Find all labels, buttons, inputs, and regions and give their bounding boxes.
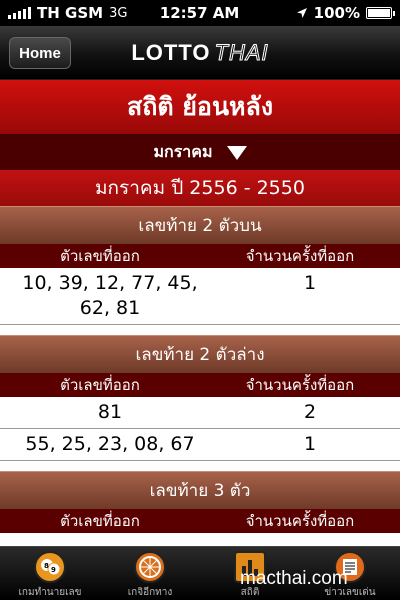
carrier-label: TH GSM [37,4,104,22]
section-header: เลขท้าย 2 ตัวบน [0,206,400,244]
page-title: สถิติ ย้อนหลัง [0,80,400,134]
table-row: 81 2 [0,397,400,429]
location-arrow-icon [296,8,307,18]
spacer [0,461,400,471]
column-headers: ตัวเลขที่ออก จำนวนครั้งที่ออก [0,509,400,533]
network-label: 3G [109,5,128,21]
year-range: มกราคม ปี 2556 - 2550 [0,170,400,206]
app-logo: LOTTO THAI [0,40,400,66]
number-column-header: ตัวเลขที่ออก [60,376,140,394]
clock: 12:57 AM [159,4,240,22]
spacer [0,325,400,335]
status-left: TH GSM 3G [8,4,127,22]
column-headers: ตัวเลขที่ออก จำนวนครั้งที่ออก [0,244,400,268]
dropdown-caret-icon [226,145,247,160]
tab-guru[interactable]: เกจิอีกทาง [100,547,200,600]
nav-bar: Home LOTTO THAI [0,26,400,80]
count-column-header: จำนวนครั้งที่ออก [245,376,355,394]
count-column-header: จำนวนครั้งที่ออก [245,247,355,265]
lottery-ball-icon: 89 [34,551,66,583]
number-column-header: ตัวเลขที่ออก [60,512,140,530]
count-cell: 2 [303,401,317,423]
tab-label: เกจิอีกทาง [127,587,173,598]
svg-text:8: 8 [44,562,49,570]
section-header: เลขท้าย 2 ตัวล่าง [0,335,400,373]
status-right: 100% [296,4,395,22]
tab-label: เกมทำนายเลข [18,587,82,598]
content-scroll-area[interactable]: สถิติ ย้อนหลัง มกราคม มกราคม ปี 2556 - 2… [0,80,400,546]
wheel-icon [134,551,166,583]
tab-lottery-game[interactable]: 89 เกมทำนายเลข [0,547,100,600]
battery-percent: 100% [313,4,360,22]
month-label: มกราคม [153,142,213,161]
logo-main-text: LOTTO [131,40,211,65]
svg-text:9: 9 [51,566,56,574]
count-cell: 1 [303,272,317,294]
column-headers: ตัวเลขที่ออก จำนวนครั้งที่ออก [0,373,400,397]
numbers-cell: 55, 25, 23, 08, 67 [25,433,195,455]
signal-icon [8,7,31,19]
count-column-header: จำนวนครั้งที่ออก [245,512,355,530]
numbers-cell: 10, 39, 12, 77, 45, 62, 81 [22,272,198,319]
logo-thai-text: THAI [214,40,269,66]
number-column-header: ตัวเลขที่ออก [60,247,140,265]
month-selector[interactable]: มกราคม [0,134,400,170]
section-header: เลขท้าย 3 ตัว [0,471,400,509]
watermark: macthai.com [240,568,348,589]
table-row: 55, 25, 23, 08, 67 1 [0,429,400,461]
battery-icon [366,7,395,19]
table-row: 10, 39, 12, 77, 45, 62, 81 1 [0,268,400,325]
numbers-cell: 81 [97,401,123,423]
status-bar: TH GSM 3G 12:57 AM 100% [0,0,400,26]
count-cell: 1 [303,433,317,455]
